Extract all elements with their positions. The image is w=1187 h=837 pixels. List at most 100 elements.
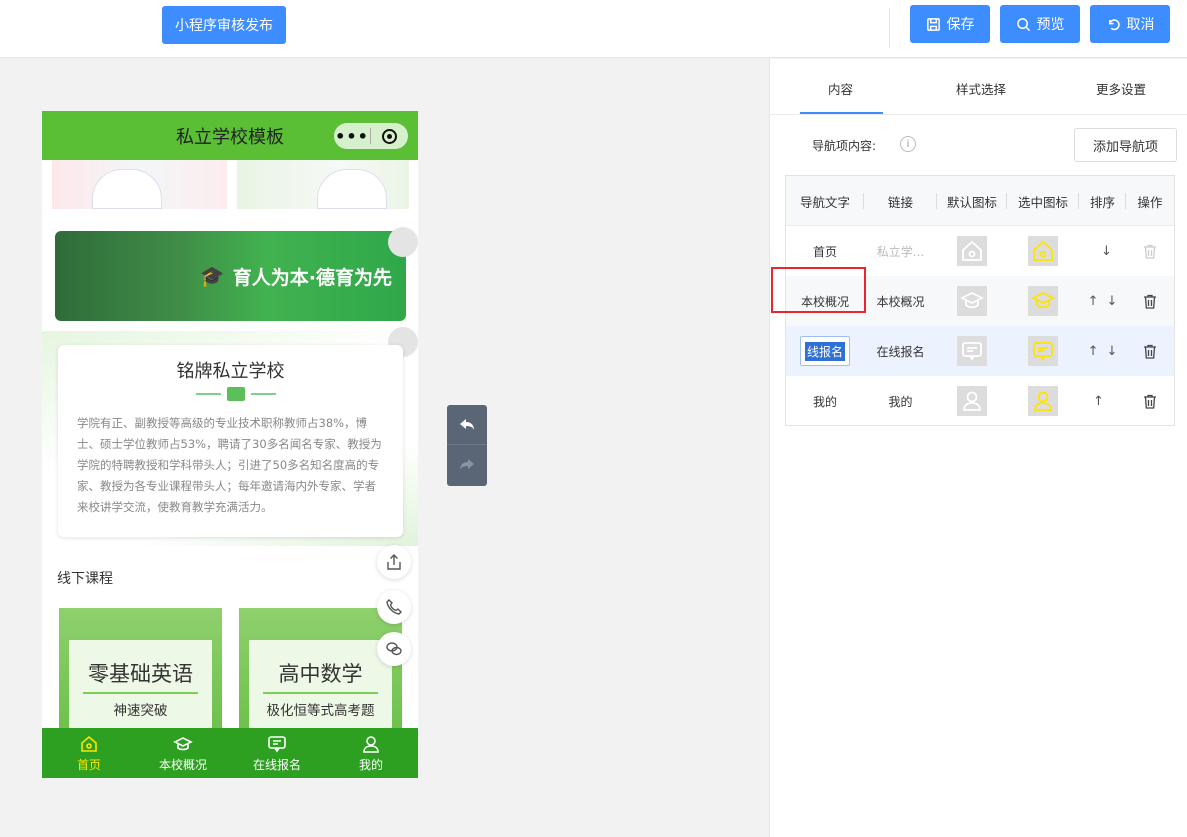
nav-text-input[interactable]: 线报名 (800, 336, 850, 366)
trash-icon (1144, 394, 1156, 409)
courses-title: 线下课程 (57, 571, 113, 587)
default-icon-picker[interactable] (957, 336, 987, 366)
panel-tabs: 内容 样式选择 更多设置 (770, 59, 1187, 115)
table-row: 线报名 在线报名 ↑ ↓ (786, 326, 1174, 376)
share-icon (387, 554, 401, 570)
default-icon-picker[interactable] (957, 286, 987, 316)
column-header: 默认图标 (937, 176, 1007, 226)
default-icon-picker[interactable] (957, 236, 987, 266)
undo-arrow-icon (460, 418, 474, 430)
default-icon-picker[interactable] (957, 386, 987, 416)
trash-icon (1144, 244, 1156, 259)
table-header: 导航文字 链接 默认图标 选中图标 排序 操作 (786, 176, 1174, 226)
selected-icon-picker[interactable] (1028, 386, 1058, 416)
course-subtitle: 神速突破 (113, 703, 168, 719)
tab-style[interactable]: 样式选择 (956, 79, 1006, 98)
user-icon (1034, 391, 1052, 411)
nav-items-label: 导航项内容: (812, 139, 877, 153)
selected-icon-picker[interactable] (1028, 286, 1058, 316)
table-row: 我的 我的 ↑ (786, 376, 1174, 426)
preview-button[interactable]: 预览 (1000, 5, 1080, 43)
wechat-button[interactable] (377, 632, 411, 666)
top-image-right[interactable] (237, 160, 409, 209)
graduation-cap-icon (173, 736, 193, 750)
tab-more-settings[interactable]: 更多设置 (1096, 79, 1146, 98)
miniprogram-capsule[interactable]: ••• (334, 123, 408, 149)
tabbar-item-home[interactable]: 首页 (42, 728, 136, 778)
column-header: 选中图标 (1007, 176, 1079, 226)
more-dots-icon[interactable]: ••• (334, 127, 370, 146)
message-icon (962, 342, 982, 361)
delete-button[interactable] (1126, 276, 1174, 326)
info-icon[interactable]: i (900, 136, 916, 152)
share-button[interactable] (377, 545, 411, 579)
course-card[interactable]: 高中数学 极化恒等式高考题 (239, 608, 402, 733)
top-toolbar: 小程序审核发布 保存 预览 取消 (0, 0, 1187, 58)
intro-text: 学院有正、副教授等高级的专业技术职称教师占38%，博士、硕士学位教师占53%，聘… (77, 416, 382, 514)
drag-handle-icon[interactable] (388, 227, 418, 257)
column-header: 链接 (864, 176, 937, 226)
graduation-cap-icon (1031, 291, 1055, 309)
nav-link[interactable]: 在线报名 (864, 326, 937, 376)
undo-button[interactable] (447, 405, 487, 445)
course-title: 零基础英语 (88, 662, 193, 686)
undo-icon (1108, 18, 1120, 30)
wechat-icon (386, 642, 402, 656)
publish-button[interactable]: 小程序审核发布 (162, 6, 286, 44)
move-down-button[interactable]: ↓ (1107, 294, 1118, 309)
add-nav-item-button[interactable]: 添加导航项 (1074, 128, 1177, 162)
tab-content[interactable]: 内容 (828, 79, 853, 98)
phone-icon (386, 599, 402, 615)
move-down-button[interactable]: ↓ (1107, 344, 1118, 359)
phone-preview: 私立学校模板 ••• 🎓 育人为本·德育为先 铭牌私立学校 学院有正、副教授等高… (42, 111, 418, 778)
home-icon (962, 240, 982, 261)
trash-icon (1144, 344, 1156, 359)
home-icon (81, 735, 97, 752)
save-button[interactable]: 保存 (910, 5, 990, 43)
graduation-cap-icon: 🎓 (199, 264, 225, 288)
person-image (92, 169, 162, 209)
redo-button[interactable] (447, 445, 487, 485)
cancel-button[interactable]: 取消 (1090, 5, 1170, 43)
phone-tabbar: 首页 本校概况 在线报名 我的 (42, 728, 418, 778)
tabbar-item-overview[interactable]: 本校概况 (136, 728, 230, 778)
delete-button[interactable] (1126, 376, 1174, 426)
nav-text[interactable]: 我的 (786, 376, 864, 426)
move-down-button[interactable]: ↓ (1101, 244, 1112, 259)
selected-icon-picker[interactable] (1028, 336, 1058, 366)
column-header: 排序 (1079, 176, 1126, 226)
selected-icon-picker[interactable] (1028, 236, 1058, 266)
undo-redo-toolbar (447, 405, 487, 486)
move-up-button[interactable]: ↑ (1088, 344, 1099, 359)
active-tab-indicator (800, 112, 883, 114)
phone-header: 私立学校模板 ••• (42, 111, 418, 160)
move-up-button[interactable]: ↑ (1088, 294, 1099, 309)
phone-title: 私立学校模板 (176, 126, 284, 148)
column-header: 操作 (1137, 194, 1163, 210)
move-up-button[interactable]: ↑ (1093, 394, 1104, 409)
settings-panel: 内容 样式选择 更多设置 导航项内容: i 添加导航项 导航文字 链接 默认图标… (769, 59, 1187, 837)
top-image-left[interactable] (52, 160, 227, 209)
course-subtitle: 极化恒等式高考题 (266, 703, 375, 719)
graduation-cap-icon (960, 291, 984, 309)
book-ornament-icon (196, 387, 277, 401)
redo-arrow-icon (460, 459, 474, 470)
delete-button[interactable] (1126, 326, 1174, 376)
save-icon (926, 17, 940, 31)
user-icon (963, 391, 981, 411)
close-target-icon[interactable] (371, 128, 407, 144)
nav-link[interactable]: 本校概况 (864, 276, 937, 326)
column-header: 导航文字 (786, 176, 864, 226)
nav-link[interactable]: 我的 (864, 376, 937, 426)
banner-image[interactable]: 🎓 育人为本·德育为先 (55, 231, 406, 321)
nav-link[interactable]: 私立学... (864, 226, 937, 276)
tabbar-item-mine[interactable]: 我的 (324, 728, 418, 778)
trash-icon (1144, 294, 1156, 309)
tabbar-item-signup[interactable]: 在线报名 (230, 728, 324, 778)
delete-button[interactable] (1126, 226, 1174, 276)
phone-call-button[interactable] (377, 590, 411, 624)
course-title: 高中数学 (278, 662, 363, 686)
intro-card[interactable]: 铭牌私立学校 学院有正、副教授等高级的专业技术职称教师占38%，博士、硕士学位教… (58, 345, 403, 537)
home-icon (1033, 240, 1053, 261)
course-card[interactable]: 零基础英语 神速突破 (59, 608, 222, 733)
